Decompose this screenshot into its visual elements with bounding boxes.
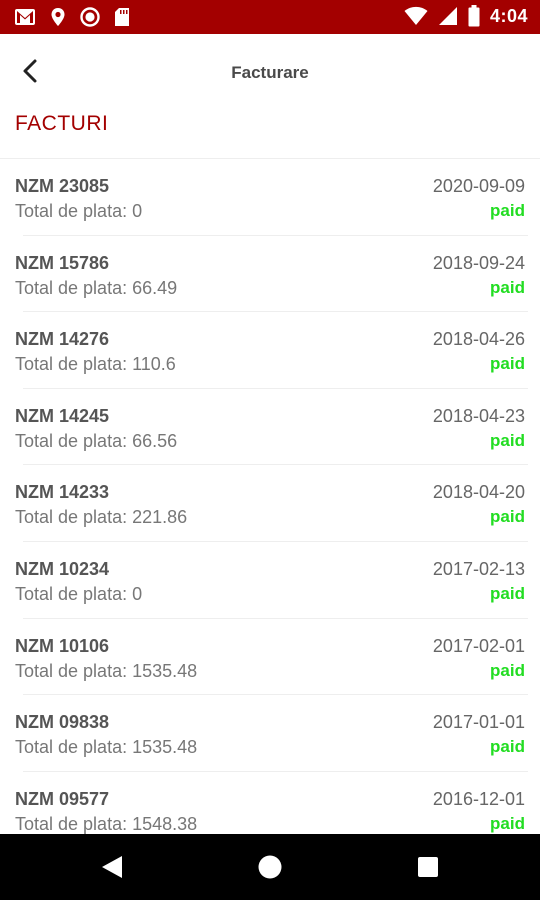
invoice-status: paid [490,430,525,450]
invoice-number: NZM 09577 [15,788,110,809]
invoice-date: 2016-12-01 [432,788,525,809]
signal-icon [438,7,457,25]
invoice-row[interactable]: NZM 23085 Total de plata: 0 2020-09-09 p… [0,159,540,236]
invoice-status: paid [490,201,525,220]
invoice-number: NZM 14245 [15,405,110,426]
invoice-status: paid [490,354,525,374]
invoice-row[interactable]: NZM 10106 Total de plata: 1535.48 2017-0… [0,619,540,696]
invoice-total: Total de plata: 0 [15,201,143,221]
invoice-date: 2017-02-01 [432,635,525,656]
invoice-row[interactable]: NZM 09577 Total de plata: 1548.38 2016-1… [0,772,540,834]
invoice-total: Total de plata: 221.86 [15,507,188,528]
nav-home-button[interactable] [230,834,310,900]
location-icon [51,8,65,26]
page-title: Facturare [231,63,309,82]
invoice-row[interactable]: NZM 15786 Total de plata: 66.49 2018-09-… [0,236,540,313]
invoice-date: 2017-02-13 [432,558,525,579]
invoice-date: 2020-09-09 [432,176,525,196]
gmail-icon [15,9,35,25]
invoice-date: 2018-04-23 [432,405,525,426]
invoice-status: paid [490,507,525,527]
invoice-row[interactable]: NZM 14233 Total de plata: 221.86 2018-04… [0,465,540,542]
invoice-total: Total de plata: 1548.38 [15,813,198,834]
notification-icons [14,7,130,27]
invoice-row[interactable]: NZM 10234 Total de plata: 0 2017-02-13 p… [0,542,540,619]
wifi-icon [404,6,428,25]
nav-recents-button[interactable] [388,834,468,900]
square-recents-icon [418,857,438,877]
section-title: FACTURI [15,112,109,135]
status-bar: 4:04 [0,0,540,34]
invoice-total: Total de plata: 1535.48 [15,660,198,681]
invoice-number: NZM 10106 [15,635,110,656]
invoice-total: Total de plata: 0 [15,583,143,604]
invoice-status: paid [490,583,525,603]
triangle-back-icon [102,856,122,878]
nav-back-button[interactable] [72,834,152,900]
invoice-status: paid [490,660,525,680]
system-icons: 4:04 [404,5,528,27]
invoice-list[interactable]: NZM 23085 Total de plata: 0 2020-09-09 p… [0,159,540,834]
app-bar: Facturare [0,34,540,112]
invoice-total: Total de plata: 66.56 [15,430,178,451]
invoice-number: NZM 09838 [15,712,110,733]
record-icon [80,7,100,27]
invoice-status: paid [490,737,525,757]
invoice-row[interactable]: NZM 14276 Total de plata: 110.6 2018-04-… [0,312,540,389]
invoice-number: NZM 14233 [15,482,110,503]
invoice-total: Total de plata: 66.49 [15,277,178,298]
invoice-number: NZM 23085 [15,176,110,196]
invoice-total: Total de plata: 110.6 [15,354,176,375]
invoice-row[interactable]: NZM 14245 Total de plata: 66.56 2018-04-… [0,389,540,466]
navigation-bar [0,834,540,900]
invoice-date: 2018-09-24 [432,252,525,273]
invoice-status: paid [490,813,525,833]
invoice-number: NZM 15786 [15,252,110,273]
invoice-row[interactable]: NZM 09838 Total de plata: 1535.48 2017-0… [0,695,540,772]
invoice-number: NZM 10234 [15,558,110,579]
invoice-number: NZM 14276 [15,329,110,350]
battery-icon [468,5,480,27]
invoice-total: Total de plata: 1535.48 [15,737,198,758]
circle-home-icon [258,855,282,879]
invoice-status: paid [490,277,525,297]
status-time: 4:04 [489,5,528,26]
invoice-date: 2018-04-20 [432,482,525,503]
sd-card-icon [115,8,129,26]
invoice-date: 2017-01-01 [432,712,525,733]
invoice-date: 2018-04-26 [432,329,525,350]
